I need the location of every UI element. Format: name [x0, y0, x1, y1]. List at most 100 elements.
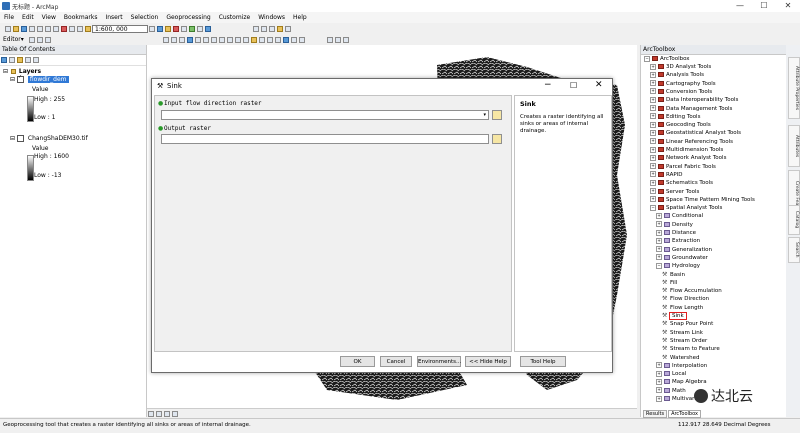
- output-raster-field[interactable]: [161, 134, 489, 144]
- paste-icon[interactable]: [53, 25, 59, 32]
- select-features-icon[interactable]: [226, 36, 233, 43]
- expand-icon[interactable]: +: [656, 370, 662, 377]
- layer-name[interactable]: ChangShaDEM30.tif: [28, 135, 88, 142]
- data-view-icon[interactable]: [148, 410, 154, 417]
- toolbox-item[interactable]: + Editing Tools: [650, 113, 700, 121]
- sketch-icon[interactable]: [36, 36, 43, 43]
- tool-item[interactable]: ⚒ Fill: [662, 279, 677, 287]
- modelbuilder-icon[interactable]: [189, 25, 195, 32]
- expand-icon[interactable]: +: [656, 221, 662, 228]
- python-icon[interactable]: [181, 25, 187, 32]
- expand-icon[interactable]: +: [650, 188, 656, 194]
- list-by-visibility-icon[interactable]: [17, 57, 23, 63]
- close-button[interactable]: ✕: [776, 0, 800, 12]
- identify-icon[interactable]: [277, 25, 283, 32]
- list-by-source-icon[interactable]: [9, 57, 15, 63]
- input-raster-field[interactable]: ▾: [161, 110, 489, 120]
- expand-icon[interactable]: +: [650, 138, 656, 145]
- tool-item[interactable]: ⚒ Snap Pour Point: [662, 320, 713, 328]
- cut-icon[interactable]: [37, 25, 43, 32]
- editor-menu[interactable]: Editor▾: [3, 36, 24, 43]
- edit-vertices-icon[interactable]: [44, 36, 51, 43]
- list-by-drawing-order-icon[interactable]: [1, 57, 7, 63]
- menu-view[interactable]: View: [42, 12, 56, 23]
- toolset-item[interactable]: + Generalization: [656, 246, 712, 254]
- toolbox-item[interactable]: + Linear Referencing Tools: [650, 138, 733, 146]
- tool-item[interactable]: ⚒ Flow Length: [662, 304, 703, 312]
- expand-icon[interactable]: +: [650, 163, 656, 170]
- expand-icon[interactable]: +: [650, 80, 656, 87]
- tool-item[interactable]: ⚒ Basin: [662, 271, 685, 279]
- output-browse-folder-icon[interactable]: [492, 134, 502, 144]
- measure-icon[interactable]: [285, 25, 291, 32]
- menu-windows[interactable]: Windows: [258, 12, 285, 23]
- minimize-button[interactable]: —: [728, 0, 752, 12]
- pause-icon[interactable]: [172, 410, 178, 417]
- add-data-icon[interactable]: [85, 25, 91, 32]
- toolbox-item[interactable]: + Parcel Fabric Tools: [650, 163, 716, 171]
- expand-icon[interactable]: +: [656, 387, 662, 394]
- expand-icon[interactable]: +: [650, 71, 656, 78]
- layer-list-icon[interactable]: [334, 36, 341, 43]
- fixed-zoom-out-icon[interactable]: [202, 36, 209, 43]
- edit-tool-icon[interactable]: [28, 36, 35, 43]
- find-icon[interactable]: [258, 36, 265, 43]
- search-icon[interactable]: [197, 25, 203, 32]
- print-icon[interactable]: [29, 25, 35, 32]
- expand-icon[interactable]: +: [656, 362, 662, 369]
- catalog-tab[interactable]: Catalog: [788, 205, 800, 235]
- dialog-close-button[interactable]: ✕: [595, 80, 603, 90]
- expand-icon[interactable]: +: [656, 237, 662, 244]
- menu-geoprocessing[interactable]: Geoprocessing: [166, 12, 210, 23]
- draw-icon[interactable]: [342, 36, 349, 43]
- layer-name[interactable]: flowdir_dem: [27, 76, 69, 83]
- tool-item[interactable]: ⚒ Stream to Feature: [662, 345, 720, 353]
- toolbox-item[interactable]: + Data Interoperability Tools: [650, 96, 738, 104]
- go-to-xy-icon[interactable]: [266, 36, 273, 43]
- catalog-icon[interactable]: [165, 25, 171, 32]
- menu-insert[interactable]: Insert: [105, 12, 122, 23]
- list-by-selection-icon[interactable]: [25, 57, 31, 63]
- expand-icon[interactable]: +: [650, 196, 656, 203]
- undo-icon[interactable]: [69, 25, 75, 32]
- toolset-item[interactable]: − Hydrology: [656, 262, 700, 270]
- fixed-zoom-in-icon[interactable]: [194, 36, 201, 43]
- toolbox-item[interactable]: + Conversion Tools: [650, 88, 712, 96]
- results-tab[interactable]: Results: [643, 410, 668, 418]
- expand-icon[interactable]: +: [656, 246, 662, 253]
- expand-icon[interactable]: +: [656, 395, 662, 402]
- expand-icon[interactable]: +: [650, 63, 656, 70]
- maximize-button[interactable]: ☐: [752, 0, 776, 12]
- toolset-item[interactable]: + Math: [656, 387, 686, 395]
- scale-input[interactable]: 1:600, 000: [92, 24, 148, 33]
- html-popup-icon[interactable]: [290, 36, 297, 43]
- input-browse-folder-icon[interactable]: [492, 110, 502, 120]
- collapse-icon[interactable]: ⊟: [3, 68, 8, 75]
- time-slider-icon[interactable]: [298, 36, 305, 43]
- editor-toolbar-icon[interactable]: [149, 25, 155, 32]
- attributes-tab[interactable]: Attributes: [788, 125, 800, 167]
- toolbox-item[interactable]: + Geostatistical Analyst Tools: [650, 129, 741, 137]
- collapse-icon[interactable]: −: [644, 55, 650, 62]
- cancel-button[interactable]: Cancel: [380, 356, 412, 367]
- select-elements-icon[interactable]: [242, 36, 249, 43]
- expand-icon[interactable]: +: [650, 129, 656, 136]
- help-icon[interactable]: [205, 25, 211, 32]
- ok-button[interactable]: OK: [340, 356, 375, 367]
- toolbox-item[interactable]: + Data Management Tools: [650, 105, 732, 113]
- refresh-icon[interactable]: [164, 410, 170, 417]
- toolbox-item[interactable]: +3D Analyst Tools: [650, 63, 711, 71]
- expand-icon[interactable]: +: [650, 171, 656, 178]
- expand-icon[interactable]: +: [650, 88, 656, 95]
- expand-icon[interactable]: +: [650, 105, 656, 111]
- toolbox-item[interactable]: + Schematics Tools: [650, 179, 713, 187]
- toolset-item[interactable]: + Local: [656, 370, 686, 378]
- toolbox-item[interactable]: + Space Time Pattern Mining Tools: [650, 196, 755, 204]
- toolset-item[interactable]: + Groundwater: [656, 254, 708, 262]
- expand-icon[interactable]: +: [656, 378, 662, 385]
- menu-customize[interactable]: Customize: [219, 12, 251, 23]
- dialog-minimize-button[interactable]: −: [544, 80, 552, 90]
- layer-visibility-checkbox[interactable]: [16, 74, 24, 83]
- save-icon[interactable]: [21, 25, 27, 32]
- hyperlink-icon[interactable]: [282, 36, 289, 43]
